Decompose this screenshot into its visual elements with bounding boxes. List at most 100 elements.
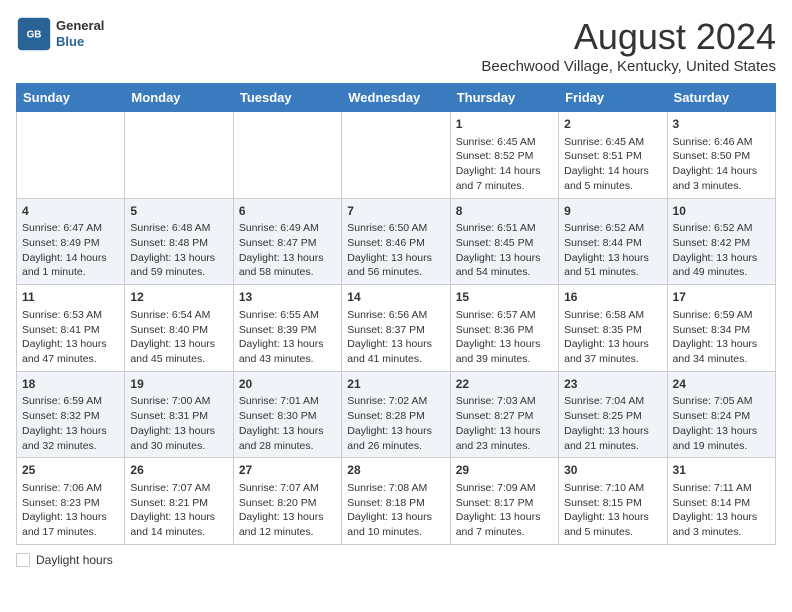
day-info: Sunrise: 7:02 AMSunset: 8:28 PMDaylight:… xyxy=(347,394,444,453)
day-number: 28 xyxy=(347,462,444,479)
calendar-cell: 3 Sunrise: 6:46 AMSunset: 8:50 PMDaylight… xyxy=(667,112,775,199)
calendar-cell: 27 Sunrise: 7:07 AMSunset: 8:20 PMDayligh… xyxy=(233,458,341,545)
day-info: Sunrise: 6:51 AMSunset: 8:45 PMDaylight:… xyxy=(456,221,553,280)
calendar-cell: 28 Sunrise: 7:08 AMSunset: 8:18 PMDayligh… xyxy=(342,458,450,545)
day-number: 16 xyxy=(564,289,661,306)
calendar-cell xyxy=(233,112,341,199)
calendar-cell: 20Sunrise: 7:01 AMSunset: 8:30 PMDayligh… xyxy=(233,371,341,458)
day-info: Sunrise: 6:59 AMSunset: 8:34 PMDaylight:… xyxy=(673,308,770,367)
day-number: 3 xyxy=(673,116,770,133)
day-number: 26 xyxy=(130,462,227,479)
day-number: 8 xyxy=(456,203,553,220)
day-info: Sunrise: 6:46 AMSunset: 8:50 PMDaylight:… xyxy=(673,135,770,194)
calendar-cell: 9Sunrise: 6:52 AMSunset: 8:44 PMDaylight… xyxy=(559,198,667,285)
week-row-4: 18Sunrise: 6:59 AMSunset: 8:32 PMDayligh… xyxy=(17,371,776,458)
logo-icon: GB xyxy=(16,16,52,52)
calendar-cell: 16 Sunrise: 6:58 AMSunset: 8:35 PMDayligh… xyxy=(559,285,667,372)
calendar-table: SundayMondayTuesdayWednesdayThursdayFrid… xyxy=(16,83,776,545)
day-number: 14 xyxy=(347,289,444,306)
day-number: 29 xyxy=(456,462,553,479)
day-info: Sunrise: 7:10 AMSunset: 8:15 PMDaylight:… xyxy=(564,481,661,540)
calendar-cell: 2 Sunrise: 6:45 AMSunset: 8:51 PMDaylight… xyxy=(559,112,667,199)
logo-general: General xyxy=(56,18,104,34)
week-row-1: 1 Sunrise: 6:45 AMSunset: 8:52 PMDaylight… xyxy=(17,112,776,199)
day-number: 23 xyxy=(564,376,661,393)
calendar-cell: 11 Sunrise: 6:53 AMSunset: 8:41 PMDayligh… xyxy=(17,285,125,372)
day-info: Sunrise: 6:52 AMSunset: 8:44 PMDaylight:… xyxy=(564,221,661,280)
calendar-cell: 15Sunrise: 6:57 AMSunset: 8:36 PMDayligh… xyxy=(450,285,558,372)
legend: Daylight hours xyxy=(16,553,776,567)
day-number: 20 xyxy=(239,376,336,393)
day-number: 13 xyxy=(239,289,336,306)
calendar-cell: 31 Sunrise: 7:11 AMSunset: 8:14 PMDayligh… xyxy=(667,458,775,545)
day-info: Sunrise: 6:45 AMSunset: 8:52 PMDaylight:… xyxy=(456,135,553,194)
day-info: Sunrise: 7:06 AMSunset: 8:23 PMDaylight:… xyxy=(22,481,119,540)
calendar-cell: 22Sunrise: 7:03 AMSunset: 8:27 PMDayligh… xyxy=(450,371,558,458)
day-number: 27 xyxy=(239,462,336,479)
day-info: Sunrise: 6:58 AMSunset: 8:35 PMDaylight:… xyxy=(564,308,661,367)
calendar-cell: 24Sunrise: 7:05 AMSunset: 8:24 PMDayligh… xyxy=(667,371,775,458)
day-info: Sunrise: 6:55 AMSunset: 8:39 PMDaylight:… xyxy=(239,308,336,367)
col-header-friday: Friday xyxy=(559,84,667,112)
day-number: 5 xyxy=(130,203,227,220)
day-info: Sunrise: 6:52 AMSunset: 8:42 PMDaylight:… xyxy=(673,221,770,280)
calendar-cell: 12 Sunrise: 6:54 AMSunset: 8:40 PMDayligh… xyxy=(125,285,233,372)
calendar-cell: 7Sunrise: 6:50 AMSunset: 8:46 PMDaylight… xyxy=(342,198,450,285)
calendar-cell: 18Sunrise: 6:59 AMSunset: 8:32 PMDayligh… xyxy=(17,371,125,458)
week-row-2: 4Sunrise: 6:47 AMSunset: 8:49 PMDaylight… xyxy=(17,198,776,285)
calendar-cell xyxy=(17,112,125,199)
day-number: 31 xyxy=(673,462,770,479)
calendar-header: SundayMondayTuesdayWednesdayThursdayFrid… xyxy=(17,84,776,112)
day-info: Sunrise: 6:53 AMSunset: 8:41 PMDaylight:… xyxy=(22,308,119,367)
legend-daylight: Daylight hours xyxy=(16,553,113,567)
day-info: Sunrise: 6:45 AMSunset: 8:51 PMDaylight:… xyxy=(564,135,661,194)
col-header-tuesday: Tuesday xyxy=(233,84,341,112)
day-number: 22 xyxy=(456,376,553,393)
day-number: 9 xyxy=(564,203,661,220)
col-header-monday: Monday xyxy=(125,84,233,112)
day-number: 18 xyxy=(22,376,119,393)
calendar-cell xyxy=(125,112,233,199)
day-number: 4 xyxy=(22,203,119,220)
day-info: Sunrise: 7:05 AMSunset: 8:24 PMDaylight:… xyxy=(673,394,770,453)
calendar-cell: 17Sunrise: 6:59 AMSunset: 8:34 PMDayligh… xyxy=(667,285,775,372)
calendar-cell: 30 Sunrise: 7:10 AMSunset: 8:15 PMDayligh… xyxy=(559,458,667,545)
calendar-cell: 25Sunrise: 7:06 AMSunset: 8:23 PMDayligh… xyxy=(17,458,125,545)
day-number: 24 xyxy=(673,376,770,393)
calendar-cell: 4Sunrise: 6:47 AMSunset: 8:49 PMDaylight… xyxy=(17,198,125,285)
day-info: Sunrise: 7:07 AMSunset: 8:20 PMDaylight:… xyxy=(239,481,336,540)
day-number: 21 xyxy=(347,376,444,393)
day-number: 30 xyxy=(564,462,661,479)
week-row-5: 25Sunrise: 7:06 AMSunset: 8:23 PMDayligh… xyxy=(17,458,776,545)
subtitle: Beechwood Village, Kentucky, United Stat… xyxy=(481,58,776,75)
day-number: 12 xyxy=(130,289,227,306)
legend-box xyxy=(16,553,30,567)
day-info: Sunrise: 6:54 AMSunset: 8:40 PMDaylight:… xyxy=(130,308,227,367)
day-number: 7 xyxy=(347,203,444,220)
day-number: 1 xyxy=(456,116,553,133)
calendar-cell: 29 Sunrise: 7:09 AMSunset: 8:17 PMDayligh… xyxy=(450,458,558,545)
day-info: Sunrise: 6:48 AMSunset: 8:48 PMDaylight:… xyxy=(130,221,227,280)
day-info: Sunrise: 6:59 AMSunset: 8:32 PMDaylight:… xyxy=(22,394,119,453)
day-info: Sunrise: 7:09 AMSunset: 8:17 PMDaylight:… xyxy=(456,481,553,540)
calendar-cell: 8Sunrise: 6:51 AMSunset: 8:45 PMDaylight… xyxy=(450,198,558,285)
day-info: Sunrise: 7:03 AMSunset: 8:27 PMDaylight:… xyxy=(456,394,553,453)
logo-text: General Blue xyxy=(56,18,104,49)
svg-text:GB: GB xyxy=(27,30,42,41)
col-header-wednesday: Wednesday xyxy=(342,84,450,112)
calendar-cell: 6Sunrise: 6:49 AMSunset: 8:47 PMDaylight… xyxy=(233,198,341,285)
header-row: SundayMondayTuesdayWednesdayThursdayFrid… xyxy=(17,84,776,112)
day-info: Sunrise: 7:08 AMSunset: 8:18 PMDaylight:… xyxy=(347,481,444,540)
day-info: Sunrise: 7:01 AMSunset: 8:30 PMDaylight:… xyxy=(239,394,336,453)
page-header: GB General Blue August 2024 Beechwood Vi… xyxy=(16,16,776,75)
calendar-cell: 5Sunrise: 6:48 AMSunset: 8:48 PMDaylight… xyxy=(125,198,233,285)
day-info: Sunrise: 6:56 AMSunset: 8:37 PMDaylight:… xyxy=(347,308,444,367)
col-header-saturday: Saturday xyxy=(667,84,775,112)
day-number: 2 xyxy=(564,116,661,133)
day-number: 15 xyxy=(456,289,553,306)
calendar-cell: 23Sunrise: 7:04 AMSunset: 8:25 PMDayligh… xyxy=(559,371,667,458)
calendar-cell: 19Sunrise: 7:00 AMSunset: 8:31 PMDayligh… xyxy=(125,371,233,458)
calendar-cell: 14 Sunrise: 6:56 AMSunset: 8:37 PMDayligh… xyxy=(342,285,450,372)
day-info: Sunrise: 7:11 AMSunset: 8:14 PMDaylight:… xyxy=(673,481,770,540)
day-number: 11 xyxy=(22,289,119,306)
